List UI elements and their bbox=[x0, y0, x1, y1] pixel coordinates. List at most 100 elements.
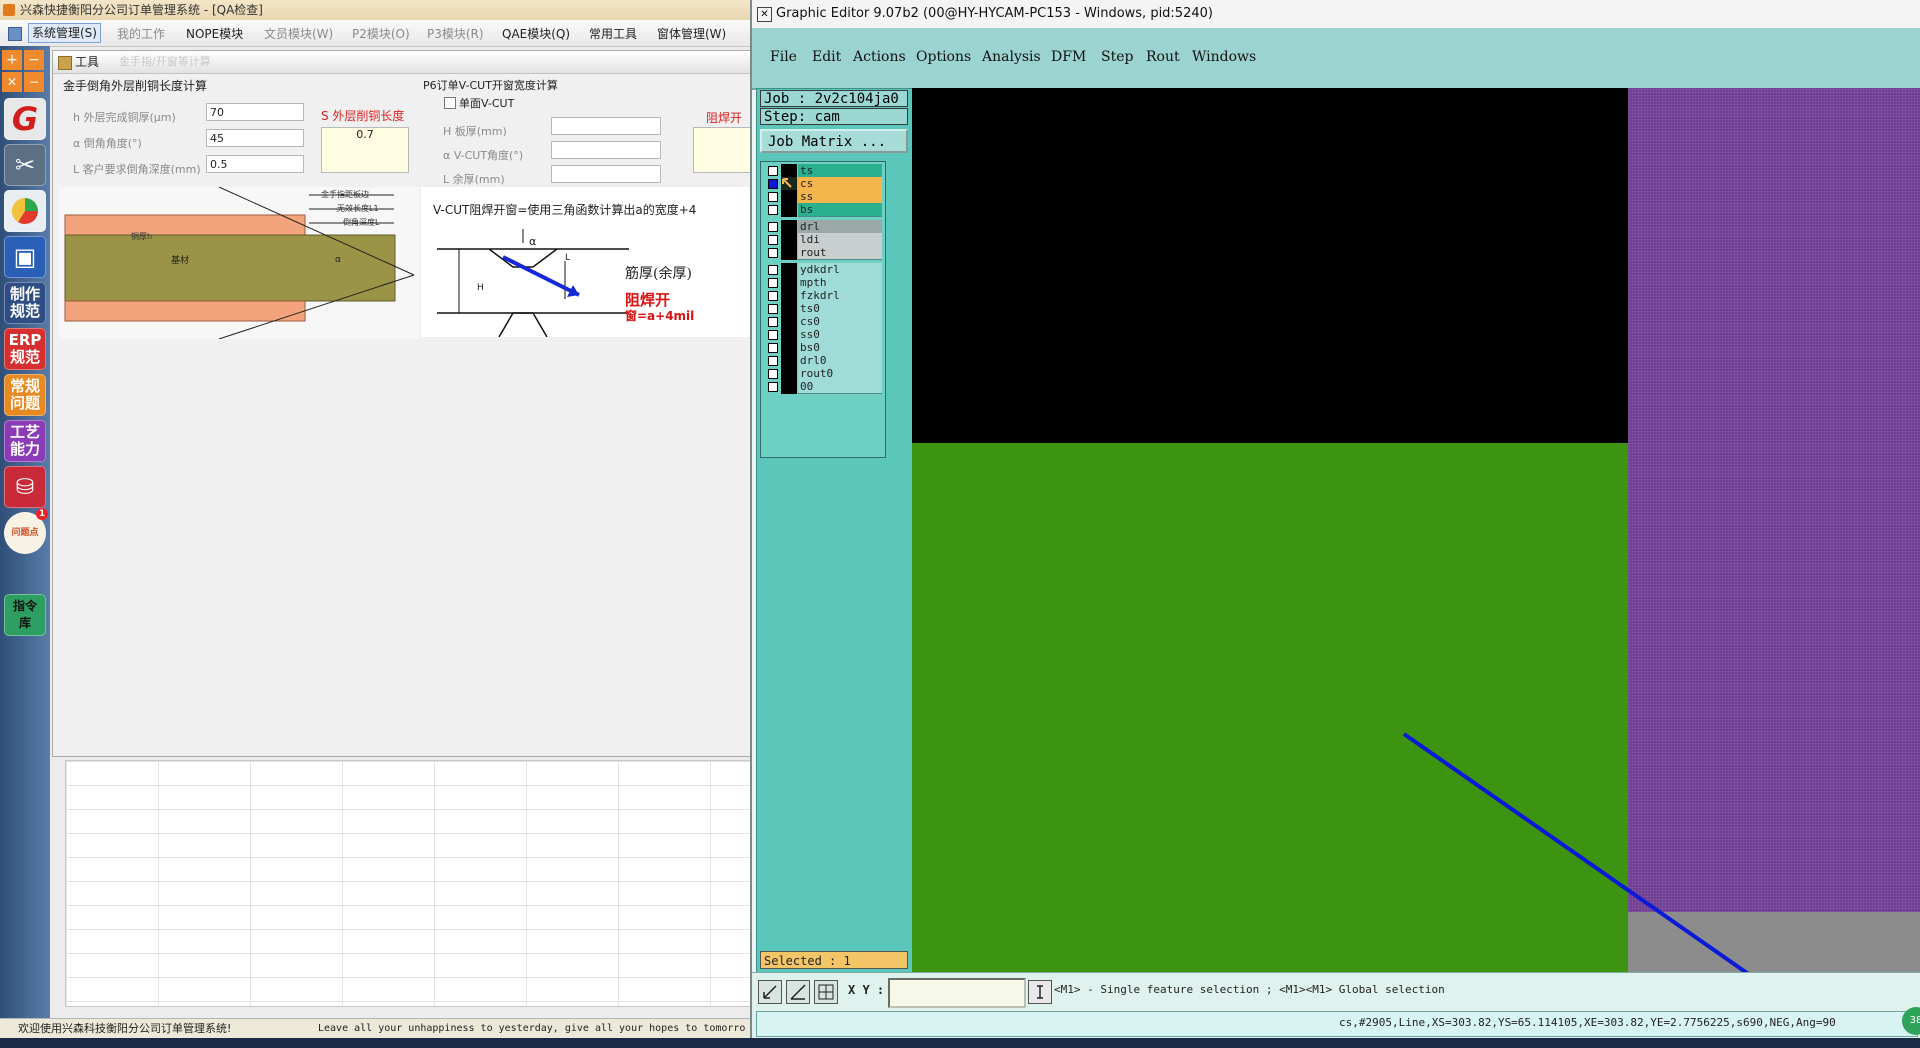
xy-coordinate-input[interactable] bbox=[888, 978, 1026, 1008]
ge-menu-actions[interactable]: Actions bbox=[853, 49, 906, 65]
layer-checkbox[interactable] bbox=[768, 222, 778, 232]
layer-checkbox[interactable] bbox=[768, 317, 778, 327]
menu-clerk-module[interactable]: 文员模块(W) bbox=[264, 25, 333, 42]
save-icon[interactable]: ▣ bbox=[4, 236, 46, 278]
text-cursor-icon[interactable] bbox=[1028, 980, 1052, 1004]
layer-name: mpth bbox=[798, 276, 882, 290]
brand-g-icon[interactable]: G bbox=[4, 98, 46, 140]
layer-row-ldi[interactable]: ldi bbox=[764, 233, 882, 247]
vcut-angle-input[interactable] bbox=[551, 141, 661, 159]
vcut-remaining-input[interactable] bbox=[551, 165, 661, 183]
chart-icon[interactable] bbox=[4, 190, 46, 232]
sidebar-btn-issue-point[interactable]: 问题点 1 bbox=[4, 508, 48, 554]
layer-row-bs0[interactable]: bs0 bbox=[764, 341, 882, 355]
status-welcome: 欢迎使用兴森科技衡阳分公司订单管理系统! bbox=[18, 1022, 232, 1035]
layer-checkbox[interactable] bbox=[768, 330, 778, 340]
ge-menu-analysis[interactable]: Analysis bbox=[982, 49, 1041, 65]
layer-checkbox[interactable] bbox=[768, 235, 778, 245]
layer-row-cs[interactable]: cs bbox=[764, 177, 882, 191]
layer-row-ydkdrl[interactable]: ydkdrl bbox=[764, 263, 882, 277]
gf-depth-input[interactable]: 0.5 bbox=[206, 155, 304, 173]
gf-copper-thickness-input[interactable]: 70 bbox=[206, 103, 304, 121]
sidebar-btn-erp[interactable]: ERP规范 bbox=[4, 328, 46, 370]
layer-row-ss0[interactable]: ss0 bbox=[764, 328, 882, 342]
layer-row-drl[interactable]: drl bbox=[764, 220, 882, 234]
vcut-thickness-input[interactable] bbox=[551, 117, 661, 135]
left-menubar: 系统管理(S) 我的工作 NOPE模块 文员模块(W) P2模块(O) P3模块… bbox=[0, 20, 750, 47]
layer-checkbox[interactable] bbox=[768, 248, 778, 258]
layer-row-rout[interactable]: rout bbox=[764, 246, 882, 260]
layer-row-ts0[interactable]: ts0 bbox=[764, 302, 882, 316]
data-grid[interactable] bbox=[65, 760, 752, 1007]
layer-checkbox[interactable] bbox=[768, 192, 778, 202]
sidebar-btn-process-capability[interactable]: 工艺能力 bbox=[4, 420, 46, 462]
layer-row-fzkdrl[interactable]: fzkdrl bbox=[764, 289, 882, 303]
gf-angle-input[interactable]: 45 bbox=[206, 129, 304, 147]
ge-menu-windows[interactable]: Windows bbox=[1192, 49, 1256, 65]
single-vcut-checkbox[interactable] bbox=[444, 97, 456, 109]
left-app-title: 兴森快捷衡阳分公司订单管理系统 - [QA检查] bbox=[20, 3, 263, 17]
sidebar-btn-spec[interactable]: 制作规范 bbox=[4, 282, 46, 324]
menu-common-tools[interactable]: 常用工具 bbox=[589, 25, 637, 42]
menu-nope-module[interactable]: NOPE模块 bbox=[186, 25, 243, 42]
zoom-area-icon[interactable] bbox=[758, 980, 782, 1004]
menu-qae-module[interactable]: QAE模块(Q) bbox=[502, 25, 570, 42]
layer-checkbox[interactable] bbox=[768, 179, 778, 189]
add-icon[interactable]: + bbox=[2, 50, 22, 70]
sidebar-btn-spec-label: 制作规范 bbox=[9, 285, 40, 320]
layer-checkbox[interactable] bbox=[768, 369, 778, 379]
ge-menu-edit[interactable]: Edit bbox=[812, 49, 841, 65]
menu-system-management[interactable]: 系统管理(S) bbox=[28, 23, 101, 43]
ge-menu-dfm[interactable]: DFM bbox=[1051, 49, 1086, 65]
graphic-canvas[interactable] bbox=[912, 88, 1920, 972]
layer-name: cs bbox=[798, 177, 882, 191]
layer-checkbox[interactable] bbox=[768, 265, 778, 275]
layer-checkbox[interactable] bbox=[768, 382, 778, 392]
app-logo-icon bbox=[3, 4, 15, 16]
ge-menu-step[interactable]: Step bbox=[1101, 49, 1133, 65]
layer-checkbox[interactable] bbox=[768, 291, 778, 301]
sidebar-btn-command-lib[interactable]: 指令库 bbox=[4, 594, 46, 636]
layer-checkbox[interactable] bbox=[768, 343, 778, 353]
job-matrix-button[interactable]: Job Matrix ... bbox=[760, 129, 908, 153]
layer-row-ts[interactable]: ts bbox=[764, 164, 882, 178]
database-icon[interactable]: ⛁ bbox=[4, 466, 46, 508]
vcut-result-value bbox=[693, 127, 752, 173]
ge-menu-rout[interactable]: Rout bbox=[1146, 49, 1180, 65]
layer-checkbox[interactable] bbox=[768, 356, 778, 366]
layer-row-cs0[interactable]: cs0 bbox=[764, 315, 882, 329]
layer-name: ts0 bbox=[798, 302, 882, 316]
layer-name: fzkdrl bbox=[798, 289, 882, 303]
layer-row-drl0[interactable]: drl0 bbox=[764, 354, 882, 368]
order-management-app: 兴森快捷衡阳分公司订单管理系统 - [QA检查] 系统管理(S) 我的工作 NO… bbox=[0, 0, 752, 1048]
layer-swatch bbox=[781, 190, 797, 204]
tools-icon[interactable]: ✂ bbox=[4, 144, 46, 186]
layer-row-rout0[interactable]: rout0 bbox=[764, 367, 882, 381]
layer-row-mpth[interactable]: mpth bbox=[764, 276, 882, 290]
layer-swatch bbox=[781, 289, 797, 303]
layer-checkbox[interactable] bbox=[768, 205, 778, 215]
sidebar-btn-common-issues[interactable]: 常规问题 bbox=[4, 374, 46, 416]
menu-my-work[interactable]: 我的工作 bbox=[117, 25, 165, 42]
close-icon[interactable]: ✕ bbox=[2, 72, 22, 92]
vcut-description: V-CUT阻焊开窗=使用三角函数计算出a的宽度+4 bbox=[433, 203, 697, 217]
layer-checkbox[interactable] bbox=[768, 304, 778, 314]
collapse-icon[interactable]: − bbox=[24, 72, 44, 92]
menu-p3-module[interactable]: P3模块(R) bbox=[427, 25, 484, 42]
minus-icon[interactable]: − bbox=[24, 50, 44, 70]
layer-checkbox[interactable] bbox=[768, 278, 778, 288]
menu-window-management[interactable]: 窗体管理(W) bbox=[657, 25, 726, 42]
ge-menu-file[interactable]: File bbox=[770, 49, 797, 65]
ge-menu-options[interactable]: Options bbox=[916, 49, 971, 65]
layer-row-bs[interactable]: bs bbox=[764, 203, 882, 217]
measure-icon[interactable] bbox=[786, 980, 810, 1004]
window-menu-icon[interactable] bbox=[8, 27, 22, 41]
layer-row-00[interactable]: 00 bbox=[764, 380, 882, 394]
menu-p2-module[interactable]: P2模块(O) bbox=[352, 25, 410, 42]
feature-info: cs,#2905,Line,XS=303.82,YS=65.114105,XE=… bbox=[1339, 1016, 1836, 1029]
single-vcut-label: 单面V-CUT bbox=[459, 97, 515, 110]
layer-checkbox[interactable] bbox=[768, 166, 778, 176]
grid-snap-icon[interactable] bbox=[814, 980, 838, 1004]
layer-name: ss bbox=[798, 190, 882, 204]
layer-row-ss[interactable]: ss bbox=[764, 190, 882, 204]
